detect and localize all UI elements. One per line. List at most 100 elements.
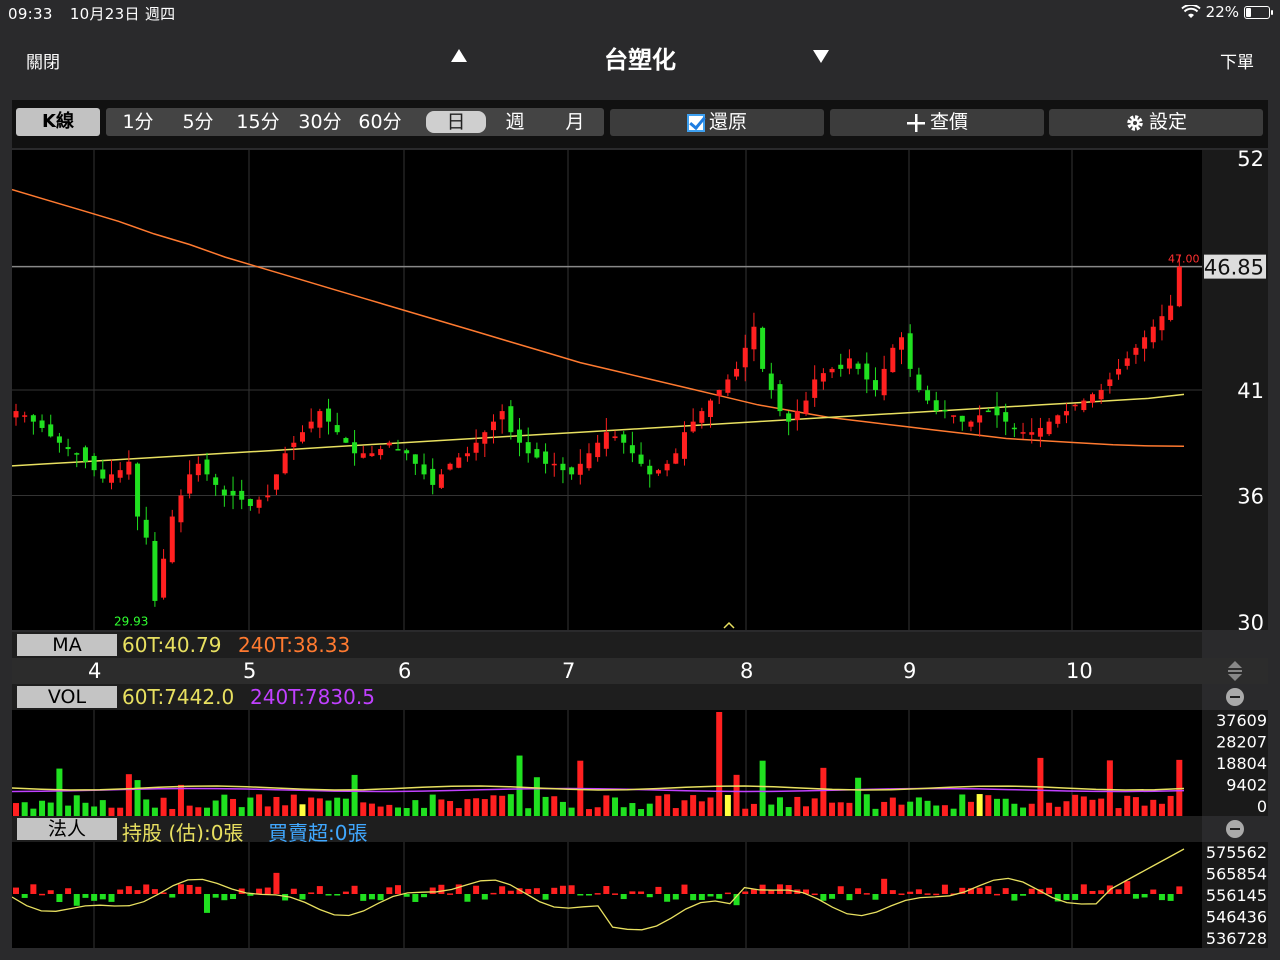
institution-bar: [195, 886, 202, 894]
institution-bar: [429, 887, 436, 894]
institution-bar: [316, 886, 323, 894]
volume-bar: [403, 808, 410, 816]
stock-title: 台塑化: [604, 46, 676, 74]
institution-bar: [334, 894, 341, 896]
previous-stock-icon[interactable]: [449, 46, 469, 66]
candle-body: [994, 406, 1000, 416]
volume-bar: [203, 807, 210, 816]
volume-bar: [1098, 798, 1105, 816]
candle-body: [378, 449, 384, 456]
period-option[interactable]: 1分: [118, 108, 158, 136]
institution-bar: [273, 872, 280, 894]
institution-bar: [151, 889, 158, 894]
period-option[interactable]: 15分: [236, 108, 280, 136]
institution-bar: [1046, 887, 1053, 894]
candle-body: [126, 461, 132, 475]
period-option[interactable]: 日: [426, 111, 486, 133]
period-option[interactable]: 5分: [178, 108, 218, 136]
candle-body: [595, 442, 601, 458]
candle-body: [82, 447, 88, 462]
institution-bar: [933, 893, 940, 896]
institution-bar: [1011, 894, 1018, 901]
period-option[interactable]: 週: [492, 108, 538, 136]
restore-toggle[interactable]: 還原: [610, 109, 824, 136]
volume-bar: [551, 796, 558, 816]
institution-bar: [664, 894, 671, 902]
candle-body: [247, 498, 253, 506]
volume-bar: [646, 803, 653, 816]
volume-bar: [499, 795, 506, 816]
volume-bar: [186, 805, 193, 816]
query-price-button[interactable]: 查價: [830, 109, 1044, 136]
candle-body: [777, 384, 783, 412]
institution-label[interactable]: 法人: [17, 818, 117, 840]
candle-body: [1150, 326, 1156, 343]
volume-bar: [39, 800, 46, 816]
volume-bar: [1167, 795, 1174, 816]
institution-bar: [447, 893, 454, 895]
volume-bar: [125, 774, 132, 816]
ma-label[interactable]: MA: [17, 634, 117, 656]
volume-bar: [429, 794, 436, 816]
volume-bar: [803, 806, 810, 816]
institution-bar: [1002, 888, 1009, 894]
axis-tick: 9402: [1226, 776, 1267, 795]
volume-bar: [264, 806, 271, 816]
volume-bar: [612, 797, 619, 816]
axis-tick: 28207: [1216, 733, 1267, 752]
candle-body: [317, 411, 323, 428]
candle-body: [881, 368, 887, 396]
period-option[interactable]: 30分: [296, 108, 344, 136]
institution-bar: [377, 894, 384, 901]
settings-button[interactable]: 設定: [1049, 109, 1263, 136]
institution-bar: [837, 886, 844, 894]
volume-bar: [1089, 799, 1096, 816]
close-button[interactable]: 關閉: [26, 48, 60, 73]
institution-bar: [481, 894, 488, 900]
institution-bar: [290, 888, 297, 894]
volume-bar: [73, 795, 80, 816]
volume-bar: [855, 777, 862, 816]
institution-bar: [1072, 894, 1079, 900]
institution-bar: [65, 888, 72, 894]
volume-bar: [603, 795, 610, 816]
institution-bar: [308, 892, 315, 894]
candle-body: [985, 410, 991, 413]
volume-bar: [273, 796, 280, 816]
institution-bar: [256, 888, 263, 894]
vol-label[interactable]: VOL: [17, 686, 117, 708]
collapse-institution-icon[interactable]: [1226, 820, 1244, 838]
candle-body: [907, 333, 913, 369]
volume-chart[interactable]: 37609 28207 18804 9402 0: [12, 710, 1268, 816]
volume-bar: [742, 808, 749, 816]
candle-body: [421, 464, 427, 475]
volume-bar: [412, 800, 419, 816]
candle-body: [1072, 404, 1078, 407]
period-option[interactable]: 60分: [356, 108, 404, 136]
candle-body: [534, 449, 540, 458]
institution-bar: [438, 884, 445, 894]
volume-bar: [820, 767, 827, 816]
candle-body: [577, 463, 583, 475]
battery-icon: [1244, 5, 1273, 19]
institution-bar: [39, 893, 46, 896]
volume-bar: [1115, 808, 1122, 816]
k-line-button[interactable]: K線: [16, 108, 100, 136]
volume-bar: [481, 799, 488, 816]
candle-body: [1081, 400, 1087, 411]
candle-body: [925, 390, 931, 401]
volume-bar: [985, 795, 992, 816]
next-stock-icon[interactable]: [811, 46, 831, 66]
drag-handle-icon[interactable]: [1226, 660, 1244, 682]
collapse-vol-icon[interactable]: [1226, 688, 1244, 706]
order-button[interactable]: 下單: [1220, 48, 1254, 73]
candle-body: [621, 434, 627, 443]
price-chart[interactable]: 47.00 29.93 52 46.85 41 36 30: [12, 150, 1268, 630]
institution-chart[interactable]: 575562 565854 556145 546436 536728: [12, 842, 1268, 948]
candle-body: [482, 432, 488, 444]
volume-bar: [1046, 802, 1053, 816]
candle-body: [751, 326, 757, 350]
institution-bar: [1132, 894, 1139, 899]
period-option[interactable]: 月: [552, 108, 598, 136]
volume-bar: [447, 801, 454, 816]
